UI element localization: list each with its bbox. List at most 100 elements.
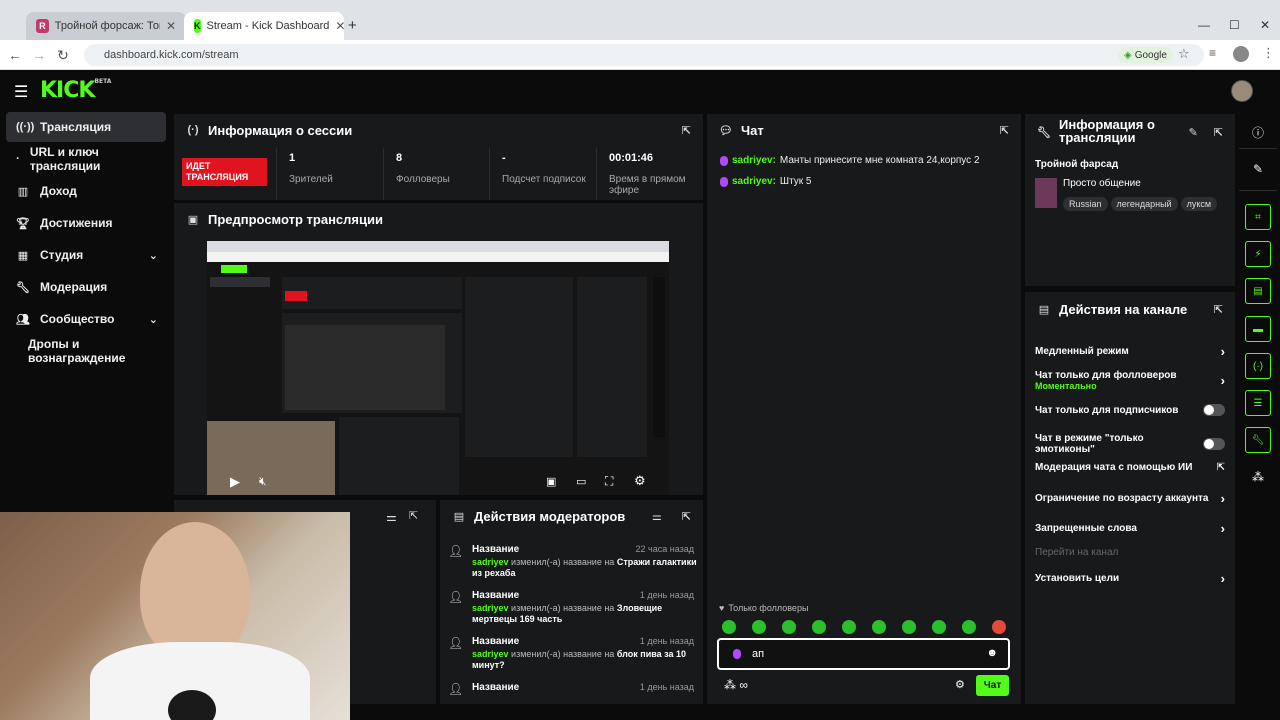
mic-badge-icon — [720, 176, 728, 187]
chat-username[interactable]: sadriyev: — [732, 176, 776, 187]
clip-icon[interactable]: ⌗ — [1245, 204, 1271, 230]
reading-list-icon[interactable]: ≡ — [1209, 46, 1216, 60]
tag[interactable]: Russian — [1063, 197, 1108, 211]
filter-icon[interactable]: ⚌ — [386, 510, 397, 524]
profile-avatar[interactable] — [1233, 46, 1249, 62]
popout-icon[interactable]: ⇱ — [1214, 126, 1223, 139]
server-icon[interactable]: ☰ — [1245, 390, 1271, 416]
modlog-user[interactable]: sadriyev — [472, 603, 509, 613]
emote-icon[interactable] — [842, 620, 856, 634]
pip-icon[interactable]: ▣ — [546, 475, 556, 488]
emoji-icon[interactable]: ☻ — [986, 647, 998, 659]
rail-divider — [1239, 190, 1277, 191]
theater-icon[interactable]: ▭ — [576, 475, 586, 488]
kick-top-bar — [0, 71, 1280, 112]
slow-mode-item[interactable]: Медленный режим › — [1035, 344, 1225, 359]
category-thumbnail[interactable] — [1035, 178, 1057, 208]
emote-icon[interactable] — [992, 620, 1006, 634]
chat-username[interactable]: sadriyev: — [732, 155, 776, 166]
emote-icon[interactable] — [722, 620, 736, 634]
url-field[interactable]: dashboard.kick.com/stream — [84, 44, 1204, 66]
popout-icon[interactable]: ⇱ — [409, 509, 418, 522]
edit-pencil-icon[interactable]: ✎ — [1250, 162, 1266, 176]
sidebar-item-drops[interactable]: Дропы и вознаграждение — [18, 336, 178, 366]
reload-icon[interactable]: ↻ — [55, 47, 71, 64]
emote-icon[interactable] — [812, 620, 826, 634]
followers-only-label: Только фолловеры — [728, 603, 809, 613]
points-icon[interactable]: ⁂ ∞ — [724, 678, 748, 692]
play-icon[interactable]: ▶ — [230, 474, 240, 490]
chat-input[interactable]: ап ☻ — [717, 638, 1010, 670]
chat-bubble-icon[interactable]: ▬ — [1245, 316, 1271, 342]
sidebar-item-achievements[interactable]: 🏆︎ Достижения — [6, 208, 166, 238]
sidebar-item-income[interactable]: ▥ Доход — [6, 176, 166, 206]
popout-icon[interactable]: ⇱ — [1214, 303, 1223, 316]
document-icon[interactable]: ▤ — [1245, 278, 1271, 304]
followers-only-item[interactable]: Чат только для фолловеров Моментально › — [1035, 370, 1225, 391]
popout-icon[interactable]: ⇱ — [682, 510, 691, 523]
send-chat-button[interactable]: Чат — [976, 675, 1009, 696]
tag[interactable]: луксм — [1180, 197, 1218, 211]
back-icon[interactable]: ← — [7, 47, 23, 63]
minimize-icon[interactable]: — — [1198, 18, 1210, 32]
browser-tab-2[interactable]: K Stream - Kick Dashboard ✕ — [184, 12, 345, 40]
sidebar-item-label: Дропы и вознаграждение — [28, 337, 126, 365]
emote-icon[interactable] — [752, 620, 766, 634]
browser-tab-1[interactable]: R Тройной форсаж: Токийский д ✕ — [26, 12, 186, 40]
sidebar-item-label: Трансляция — [40, 120, 112, 134]
beta-badge: BETA — [94, 78, 112, 85]
emote-icon[interactable] — [932, 620, 946, 634]
window-close-icon[interactable]: ✕ — [1260, 18, 1270, 32]
account-age-item[interactable]: Ограничение по возрасту аккаунта › — [1035, 491, 1225, 506]
ai-moderation-item[interactable]: Модерация чата с помощью ИИ ⇱ — [1035, 462, 1225, 473]
emote-icon[interactable] — [782, 620, 796, 634]
emote-icon[interactable] — [962, 620, 976, 634]
fullscreen-icon[interactable]: ⛶ — [605, 474, 613, 489]
info-icon[interactable]: ⓘ — [1250, 124, 1266, 141]
filter-icon[interactable]: ⚌ — [652, 510, 662, 523]
chat-settings-icon[interactable]: ⚙ — [955, 678, 965, 691]
wrench-icon[interactable]: 🔧︎ — [1245, 427, 1271, 453]
modlog-user[interactable]: sadriyev — [472, 649, 509, 659]
subscribers-only-toggle[interactable] — [1203, 404, 1225, 416]
chat-header: 💬︎ Чат ⇱ — [707, 114, 1021, 146]
bookmark-star-icon[interactable]: ☆ — [1178, 46, 1190, 62]
kick-logo[interactable]: KICKBETA — [40, 78, 111, 103]
channel-icon: ▤ — [1038, 303, 1050, 316]
settings-gear-icon[interactable]: ⚙ — [634, 473, 646, 489]
hamburger-menu-icon[interactable]: ☰ — [14, 82, 28, 102]
forward-icon[interactable]: → — [31, 47, 47, 63]
sidebar-item-stream[interactable]: ((·)) Трансляция — [6, 112, 166, 142]
modlog-user[interactable]: sadriyev — [472, 557, 509, 567]
banned-words-item[interactable]: Запрещенные слова › — [1035, 521, 1225, 536]
sidebar-item-moderation[interactable]: 🔧︎ Модерация — [6, 272, 166, 302]
go-to-channel-item[interactable]: Перейти на канал — [1035, 547, 1225, 558]
emote-icon[interactable] — [872, 620, 886, 634]
browser-menu-icon[interactable]: ⋮ — [1262, 45, 1275, 61]
people-icon[interactable]: ⁂ — [1250, 470, 1266, 484]
close-tab-icon[interactable]: ✕ — [166, 19, 176, 33]
lightning-icon[interactable]: ⚡︎ — [1245, 241, 1271, 267]
sidebar-item-stream-url[interactable]: · URL и ключ трансляции — [6, 144, 166, 174]
popout-icon[interactable]: ⇱ — [1000, 124, 1009, 137]
sidebar-item-community[interactable]: 👥︎ Сообщество ⌄ — [6, 304, 166, 334]
chevron-down-icon: ⌄ — [148, 313, 158, 326]
edit-pencil-icon[interactable]: ✎ — [1189, 126, 1198, 139]
new-tab-button[interactable]: + — [348, 17, 357, 34]
mute-icon[interactable]: 🔇︎ — [259, 474, 267, 489]
popout-icon[interactable]: ⇱ — [682, 124, 691, 137]
broadcast-icon[interactable]: (·) — [1245, 353, 1271, 379]
google-lens-chip[interactable]: ◈ Google — [1118, 47, 1173, 63]
sidebar-item-studio[interactable]: ▦ Студия ⌄ — [6, 240, 166, 270]
action-label: Ограничение по возрасту аккаунта — [1035, 493, 1209, 504]
emote-icon[interactable] — [902, 620, 916, 634]
user-avatar[interactable] — [1231, 80, 1253, 102]
stream-category[interactable]: Просто общение — [1063, 178, 1141, 189]
stream-preview-video[interactable] — [207, 241, 669, 495]
chat-input-text: ап — [752, 648, 765, 660]
tag[interactable]: легендарный — [1110, 197, 1178, 211]
maximize-icon[interactable]: ☐ — [1229, 18, 1240, 32]
emote-only-toggle[interactable] — [1203, 438, 1225, 450]
close-tab-icon[interactable]: ✕ — [335, 19, 345, 33]
set-goals-item[interactable]: Установить цели › — [1035, 571, 1225, 586]
